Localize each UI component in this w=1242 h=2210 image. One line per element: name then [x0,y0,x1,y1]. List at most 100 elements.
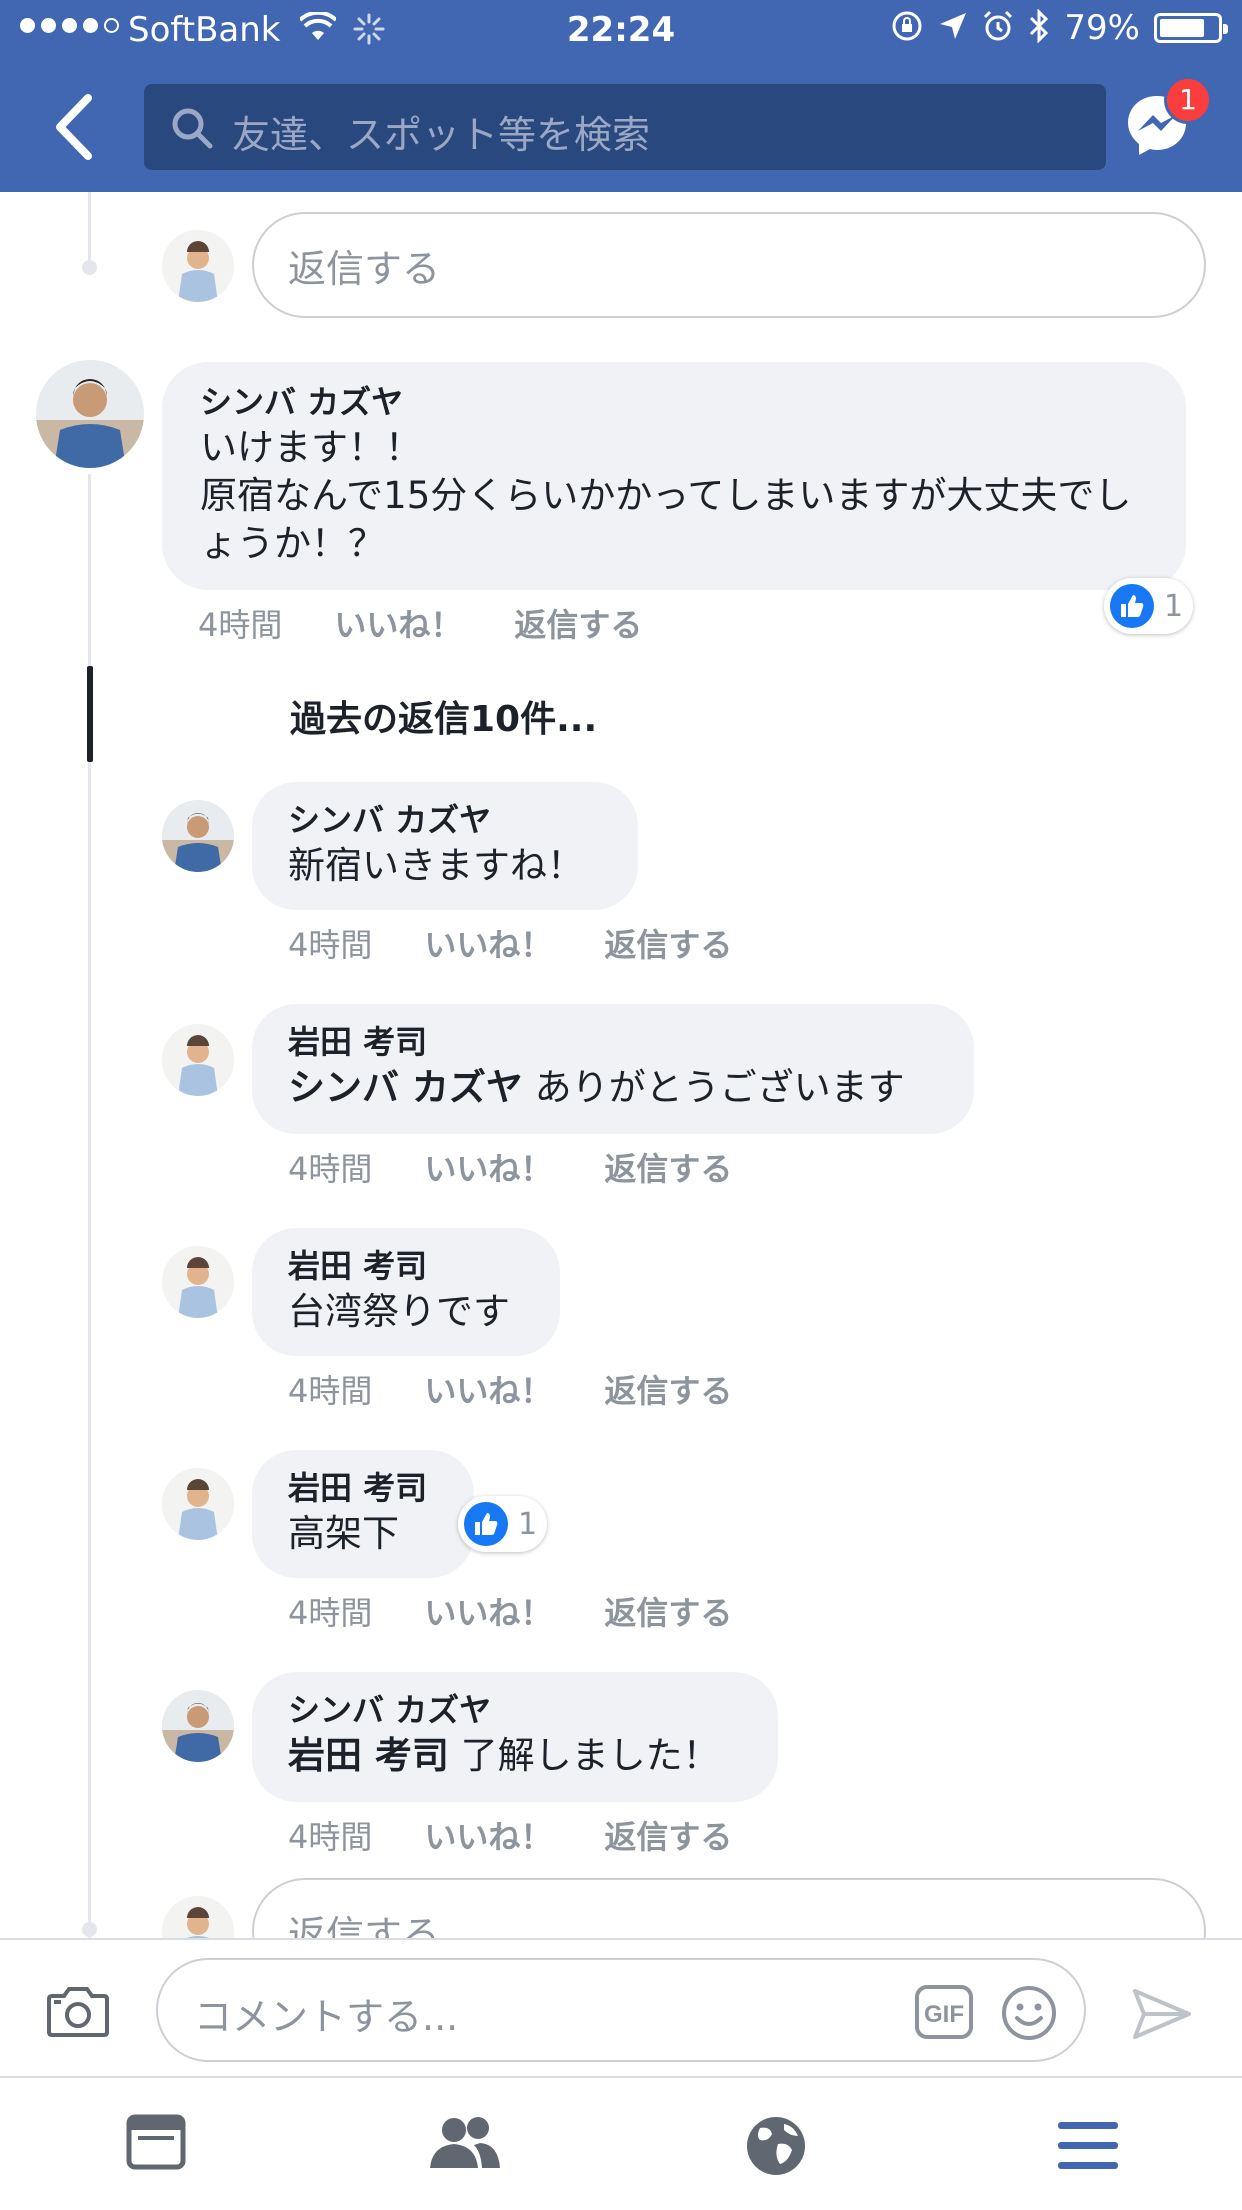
top-bar: SoftBank 22:24 79% 友達、スポット等を検索 1 [0,0,1242,192]
reply-text-body: ありがとうございます [522,1066,905,1109]
previous-replies-link[interactable]: 過去の返信10件... [290,690,597,742]
reply-time[interactable]: 4時間 [288,1812,372,1858]
thread-line [88,192,91,268]
hamburger-menu-icon [1058,2122,1118,2169]
reaction-badge[interactable]: 1 [1104,578,1194,634]
reply-bubble[interactable]: シンバ カズヤ 新宿いきますね！ [252,782,638,910]
like-button[interactable]: いいね！ [424,920,552,966]
reply-text: シンバ カズヤ ありがとうございます [288,1064,938,1112]
reply-text-body: 新宿いきますね！ [288,844,584,887]
tab-notifications[interactable] [744,2114,808,2182]
reply-text-body: 了解しました！ [448,1734,720,1777]
comment-composer: コメントする... GIF [0,1938,1242,2078]
reply-button[interactable]: 返信する [604,1812,732,1858]
tab-menu[interactable] [1058,2120,1118,2176]
comment-input[interactable]: コメントする... GIF [156,1958,1086,2062]
reply-author[interactable]: シンバ カズヤ [288,798,602,842]
reaction-count: 1 [1164,588,1184,624]
reply-actions: 4時間 いいね！ 返信する [288,920,732,966]
orientation-lock-icon [890,9,924,47]
thread-indicator [87,666,93,762]
avatar[interactable] [162,800,234,872]
mention-link[interactable]: シンバ カズヤ [288,1066,523,1109]
clipped-reply-area: 返信する [0,1870,1242,1938]
reply-time[interactable]: 4時間 [288,1588,372,1634]
friends-icon [430,2117,500,2168]
news-feed-icon [126,2114,186,2170]
comment-text: いけます！！ 原宿なんで15分くらいかかってしまいますが大丈夫でしょうか！？ [200,426,1132,565]
reply-placeholder: 返信する [288,247,441,291]
reply-time[interactable]: 4時間 [288,920,372,966]
reply-text: 岩田 考司 了解しました！ [288,1732,742,1780]
thumbs-up-icon [1110,584,1154,628]
reply-time[interactable]: 4時間 [288,1144,372,1190]
search-input[interactable]: 友達、スポット等を検索 [144,84,1106,170]
avatar [162,230,234,302]
thread-dot [82,260,97,275]
comment-placeholder: コメントする... [194,1995,459,2039]
messenger-badge: 1 [1164,76,1212,124]
reply-actions: 4時間 いいね！ 返信する [288,1812,732,1858]
avatar[interactable] [36,360,144,468]
alarm-icon [982,10,1014,46]
comment-bubble[interactable]: シンバ カズヤ いけます！！ 原宿なんで15分くらいかかってしまいますが大丈夫で… [162,362,1186,590]
avatar [162,1896,234,1938]
reply-text: 高架下 [288,1510,438,1558]
battery-percent: 79% [1064,8,1140,48]
tab-news-feed[interactable] [126,2114,186,2174]
reply-placeholder: 返信する [288,1913,441,1938]
reply-bubble[interactable]: 岩田 考司 シンバ カズヤ ありがとうございます [252,1004,974,1134]
battery-icon [1154,13,1228,43]
reply-time[interactable]: 4時間 [288,1366,372,1412]
avatar[interactable] [162,1024,234,1096]
like-button[interactable]: いいね！ [424,1366,552,1412]
reply-input[interactable]: 返信する [252,212,1206,318]
reply-actions: 4時間 いいね！ 返信する [288,1144,732,1190]
like-button[interactable]: いいね！ [424,1588,552,1634]
comment-author[interactable]: シンバ カズヤ [200,380,1148,424]
reply-text: 台湾祭りです [288,1288,524,1336]
globe-icon [747,2117,805,2175]
like-button[interactable]: いいね！ [424,1812,552,1858]
reply-author[interactable]: 岩田 考司 [288,1244,524,1288]
like-button[interactable]: いいね！ [334,600,462,646]
reply-button[interactable]: 返信する [514,600,642,646]
tab-bar [0,2076,1242,2210]
mention-link[interactable]: 岩田 考司 [288,1734,449,1777]
avatar[interactable] [162,1468,234,1540]
camera-icon[interactable] [46,1986,110,2042]
gif-label: GIF [924,2001,964,2028]
reply-bubble[interactable]: 岩田 考司 高架下 [252,1450,474,1578]
reaction-count: 1 [518,1506,538,1542]
send-icon[interactable] [1132,1988,1192,2044]
reply-button[interactable]: 返信する [604,1588,732,1634]
reply-author[interactable]: 岩田 考司 [288,1020,938,1064]
search-icon [170,106,214,154]
back-button[interactable] [48,92,108,162]
location-arrow-icon [938,11,968,45]
bluetooth-icon [1028,8,1050,47]
reaction-badge[interactable]: 1 [458,1496,548,1552]
status-right-group: 79% [890,8,1228,48]
reply-actions: 4時間 いいね！ 返信する [288,1588,732,1634]
chevron-left-icon [56,94,92,160]
reply-bubble[interactable]: シンバ カズヤ 岩田 考司 了解しました！ [252,1672,778,1802]
like-button[interactable]: いいね！ [424,1144,552,1190]
reply-author[interactable]: 岩田 考司 [288,1466,438,1510]
reply-button[interactable]: 返信する [604,920,732,966]
comment-time[interactable]: 4時間 [198,600,282,646]
reply-text-body: 台湾祭りです [288,1290,510,1333]
tab-friend-requests[interactable] [430,2114,500,2174]
reply-button[interactable]: 返信する [604,1366,732,1412]
avatar[interactable] [162,1690,234,1762]
reply-author[interactable]: シンバ カズヤ [288,1688,742,1732]
reply-bubble[interactable]: 岩田 考司 台湾祭りです [252,1228,560,1356]
gif-button[interactable]: GIF [914,1984,974,2044]
emoji-icon[interactable] [1000,1984,1058,2046]
reply-text: 新宿いきますね！ [288,842,602,890]
reply-actions: 4時間 いいね！ 返信する [288,1366,732,1412]
avatar[interactable] [162,1246,234,1318]
thumbs-up-icon [464,1502,508,1546]
reply-button[interactable]: 返信する [604,1144,732,1190]
reply-input[interactable]: 返信する [252,1878,1206,1938]
